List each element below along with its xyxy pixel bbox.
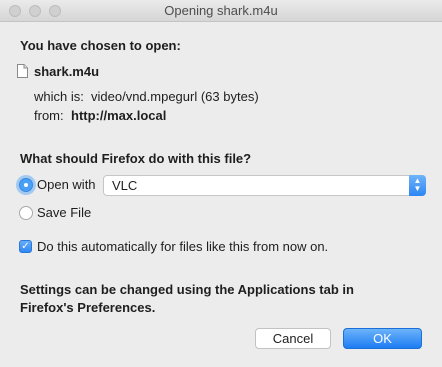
title-bar: Opening shark.m4u: [0, 0, 442, 22]
auto-action-checkbox[interactable]: ✓: [19, 240, 32, 253]
intro-heading: You have chosen to open:: [20, 38, 181, 53]
settings-note-line2: Firefox's Preferences.: [20, 300, 156, 315]
open-with-label[interactable]: Open with: [37, 177, 96, 192]
window-title: Opening shark.m4u: [164, 3, 278, 18]
ok-button[interactable]: OK: [343, 328, 422, 349]
file-name: shark.m4u: [34, 64, 100, 79]
checkmark-icon: ✓: [21, 241, 30, 252]
save-file-radio[interactable]: [19, 206, 33, 220]
save-file-label[interactable]: Save File: [37, 205, 91, 220]
which-is-label: which is:: [34, 89, 84, 104]
settings-note-line1: Settings can be changed using the Applic…: [20, 282, 354, 297]
auto-action-label[interactable]: Do this automatically for files like thi…: [37, 239, 328, 254]
chevron-up-down-icon: ▲ ▼: [409, 175, 426, 196]
application-select[interactable]: VLC ▲ ▼: [103, 175, 426, 196]
open-with-radio[interactable]: [19, 178, 33, 192]
cancel-button[interactable]: Cancel: [255, 328, 331, 349]
download-dialog: Opening shark.m4u You have chosen to ope…: [0, 0, 442, 367]
document-icon: [17, 64, 28, 78]
application-select-value: VLC: [112, 178, 138, 193]
from-label: from:: [34, 108, 64, 123]
source-url: http://max.local: [71, 108, 167, 123]
file-type-value: video/vnd.mpegurl (63 bytes): [91, 89, 259, 104]
action-question: What should Firefox do with this file?: [20, 151, 252, 166]
